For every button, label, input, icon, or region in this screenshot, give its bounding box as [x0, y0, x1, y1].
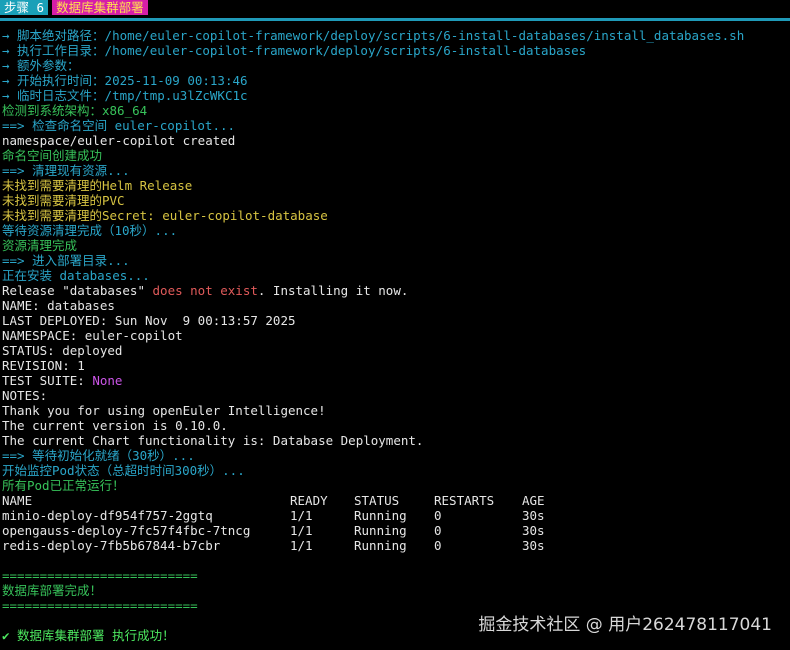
- log-start-time: → 开始执行时间：2025-11-09 00:13:46: [2, 73, 248, 88]
- table-row: redis-deploy-7fb5b67844-b7cbr 1/1 Runnin…: [2, 538, 790, 553]
- log-namespace-created-raw: namespace/euler-copilot created: [2, 133, 236, 148]
- log-version: The current version is 0.10.0.: [2, 418, 228, 433]
- log-release-line: Release "databases" does not exist. Inst…: [2, 283, 790, 298]
- pod-table-header: NAME READY STATUS RESTARTS AGE: [2, 493, 790, 508]
- header-age: AGE: [522, 493, 545, 508]
- pod-ready: 1/1: [290, 523, 313, 538]
- pod-status: Running: [354, 508, 407, 523]
- log-wait-clean: 等待资源清理完成（10秒）...: [2, 223, 178, 238]
- test-suite-value: None: [92, 373, 123, 388]
- log-all-running: 所有Pod已正常运行！: [2, 478, 125, 493]
- header-ready: READY: [290, 493, 328, 508]
- log-thanks: Thank you for using openEuler Intelligen…: [2, 403, 326, 418]
- log-check-namespace: ==> 检查命名空间 euler-copilot...: [2, 118, 236, 133]
- pod-age: 30s: [522, 538, 545, 553]
- log-no-secret: 未找到需要清理的Secret: euler-copilot-database: [2, 208, 328, 223]
- log-no-helm: 未找到需要清理的Helm Release: [2, 178, 193, 193]
- log-script-path: → 脚本绝对路径：/home/euler-copilot-framework/d…: [2, 28, 745, 43]
- table-row: minio-deploy-df954f757-2ggtq 1/1 Running…: [2, 508, 790, 523]
- pod-ready: 1/1: [290, 508, 313, 523]
- log-work-dir: → 执行工作目录：/home/euler-copilot-framework/d…: [2, 43, 587, 58]
- table-row: opengauss-deploy-7fc57f4fbc-7tncg 1/1 Ru…: [2, 523, 790, 538]
- log-no-pvc: 未找到需要清理的PVC: [2, 193, 125, 208]
- pod-age: 30s: [522, 508, 545, 523]
- log-arch: 检测到系统架构：x86_64: [2, 103, 148, 118]
- release-suffix: . Installing it now.: [257, 283, 409, 298]
- log-test-suite: TEST SUITE: None: [2, 373, 790, 388]
- header-name: NAME: [2, 493, 33, 508]
- watermark: 掘金技术社区 @ 用户262478117041: [478, 615, 772, 635]
- log-wait-init: ==> 等待初始化就绪（30秒）...: [2, 448, 195, 463]
- log-enter-dir: ==> 进入部署目录...: [2, 253, 130, 268]
- log-helm-status: STATUS: deployed: [2, 343, 123, 358]
- pod-status: Running: [354, 538, 407, 553]
- log-namespace-created: 命名空间创建成功: [2, 148, 103, 163]
- step-title-tab[interactable]: 数据库集群部署: [52, 0, 148, 15]
- pod-name: minio-deploy-df954f757-2ggtq: [2, 508, 213, 523]
- release-missing: does not exist: [152, 283, 258, 298]
- log-last-deployed: LAST DEPLOYED: Sun Nov 9 00:13:57 2025: [2, 313, 296, 328]
- tmux-status-bar: 步骤 6 数据库集群部署: [0, 0, 790, 15]
- header-restarts: RESTARTS: [434, 493, 495, 508]
- pod-age: 30s: [522, 523, 545, 538]
- log-helm-namespace: NAMESPACE: euler-copilot: [2, 328, 183, 343]
- terminal-output[interactable]: → 脚本绝对路径：/home/euler-copilot-framework/d…: [2, 28, 790, 643]
- pod-restarts: 0: [434, 523, 442, 538]
- log-helm-name: NAME: databases: [2, 298, 115, 313]
- pod-status: Running: [354, 523, 407, 538]
- pod-restarts: 0: [434, 538, 442, 553]
- pod-restarts: 0: [434, 508, 442, 523]
- test-suite-label: TEST SUITE:: [2, 373, 93, 388]
- step-tab[interactable]: 步骤 6: [0, 0, 49, 15]
- log-helm-revision: REVISION: 1: [2, 358, 85, 373]
- log-deploy-done: 数据库部署完成！: [2, 583, 103, 598]
- separator-top: ==========================: [2, 568, 198, 583]
- log-notes: NOTES:: [2, 388, 48, 403]
- log-chart-func: The current Chart functionality is: Data…: [2, 433, 424, 448]
- log-monitor: 开始监控Pod状态（总超时时间300秒）...: [2, 463, 245, 478]
- log-installing: 正在安装 databases...: [2, 268, 150, 283]
- header-divider: [0, 18, 790, 21]
- log-extra-params: → 额外参数：: [2, 58, 80, 73]
- log-clean-done: 资源清理完成: [2, 238, 78, 253]
- log-temp-file: → 临时日志文件：/tmp/tmp.u3lZcWKC1c: [2, 88, 248, 103]
- log-clean-resources: ==> 清理现有资源...: [2, 163, 130, 178]
- pod-name: redis-deploy-7fb5b67844-b7cbr: [2, 538, 221, 553]
- pod-name: opengauss-deploy-7fc57f4fbc-7tncg: [2, 523, 251, 538]
- release-prefix: Release "databases": [2, 283, 153, 298]
- pod-ready: 1/1: [290, 538, 313, 553]
- pod-status-table: NAME READY STATUS RESTARTS AGE minio-dep…: [2, 493, 790, 553]
- header-status: STATUS: [354, 493, 400, 508]
